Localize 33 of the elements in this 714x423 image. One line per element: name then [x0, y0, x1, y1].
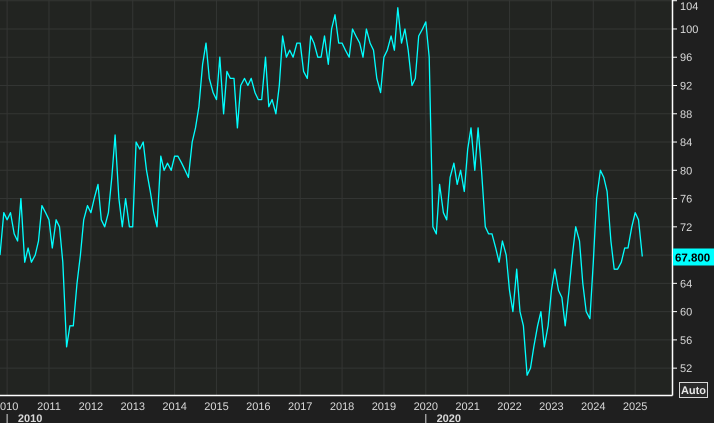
- axis-label: 80: [680, 165, 692, 178]
- axis-label: 92: [680, 80, 692, 92]
- axis-label: 2024: [581, 401, 606, 413]
- axis-label: 2016: [246, 401, 271, 413]
- axis-label: 2025: [622, 401, 648, 413]
- last-value-label: 67.800: [673, 248, 714, 266]
- axis-label: 84: [680, 137, 692, 150]
- axis-label: 76: [680, 194, 692, 206]
- axis-label: 2018: [330, 401, 354, 413]
- axis-label: 72: [680, 222, 692, 234]
- axis-label: 88: [680, 108, 692, 121]
- axis-label: 2010: [18, 413, 42, 423]
- axis-label: 2019: [372, 401, 396, 413]
- axis-label: 2015: [204, 401, 229, 413]
- axis-label: 2020: [414, 401, 438, 413]
- axis-label: 2020: [436, 413, 462, 423]
- axis-label: 2017: [288, 401, 312, 413]
- axis-label: 010: [0, 401, 18, 413]
- axis-label: 2022: [497, 401, 522, 413]
- axis-label: 100: [680, 24, 698, 36]
- axis-label: 56: [680, 334, 692, 347]
- axis-label: 2021: [455, 401, 480, 413]
- axis-label: 64: [680, 278, 692, 290]
- axis-label: 2011: [37, 401, 61, 413]
- axis-label: 2023: [539, 401, 564, 413]
- axis-label: 2013: [120, 401, 145, 413]
- axis-label: 2012: [78, 401, 104, 413]
- axis-label: 2014: [162, 401, 187, 413]
- axis-label: 52: [680, 363, 692, 376]
- axis-label: 96: [680, 52, 692, 64]
- axis-label: 104: [680, 1, 698, 13]
- axis-label: 60: [680, 306, 692, 319]
- auto-button[interactable]: Auto: [679, 382, 708, 398]
